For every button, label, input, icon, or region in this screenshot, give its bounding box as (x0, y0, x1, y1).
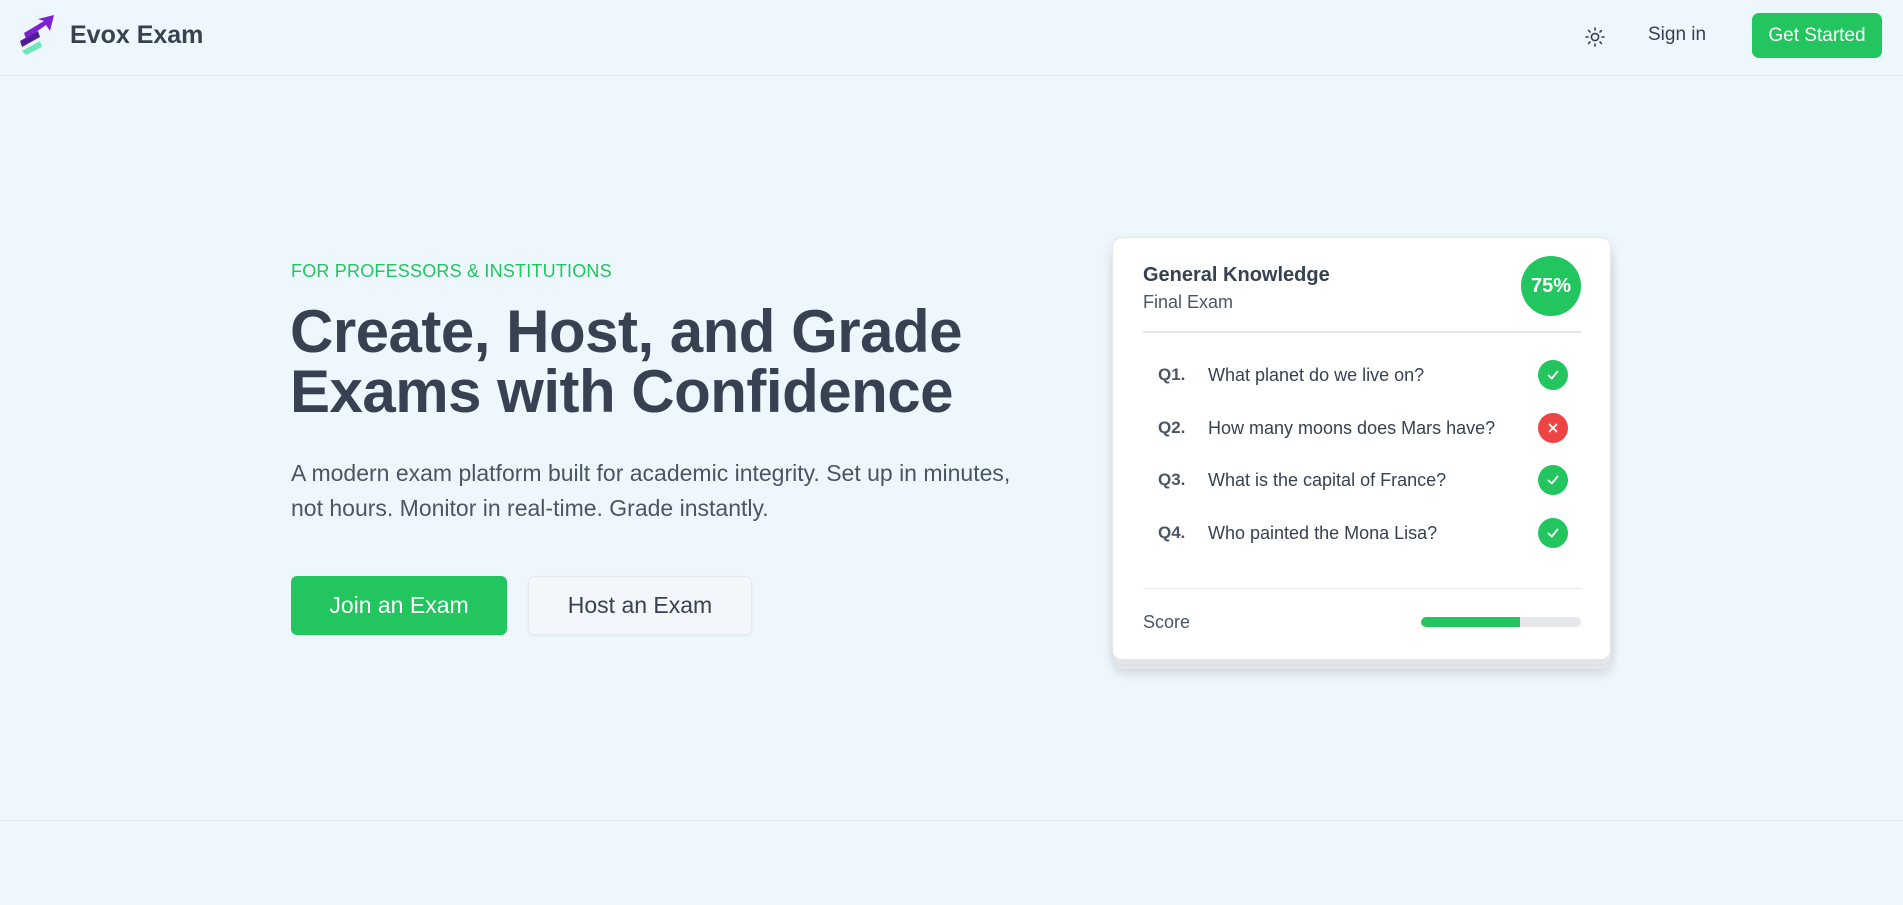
question-text: What is the capital of France? (1208, 470, 1447, 490)
hero-eyebrow: FOR PROFESSORS & INSTITUTIONS (291, 261, 612, 281)
score-badge: 75% (1521, 256, 1581, 316)
card-title: General Knowledge (1143, 264, 1330, 286)
hero-headline: Create, Host, and Grade Exams with Confi… (290, 298, 963, 425)
question-number: Q2. (1158, 418, 1186, 437)
host-exam-button[interactable]: Host an Exam (528, 576, 752, 635)
question-number: Q1. (1158, 365, 1186, 384)
card-subtitle: Final Exam (1143, 292, 1234, 312)
score-progress-fill (1421, 617, 1521, 627)
sun-icon[interactable] (1584, 26, 1606, 48)
question-row: Q1. What planet do we live on? (1158, 359, 1568, 391)
get-started-button[interactable]: Get Started (1752, 13, 1882, 58)
hero-subtext: A modern exam platform built for academi… (291, 460, 1011, 521)
join-exam-button[interactable]: Join an Exam (291, 576, 507, 635)
sign-in-link[interactable]: Sign in (1648, 24, 1706, 46)
exam-preview-card: General Knowledge Final Exam 75% Q1. Wha… (1112, 237, 1611, 660)
check-icon (1538, 360, 1568, 390)
close-icon (1538, 413, 1568, 443)
card-divider (1143, 331, 1581, 333)
check-icon (1538, 465, 1568, 495)
question-row: Q2. How many moons does Mars have? (1158, 412, 1568, 444)
score-label: Score (1143, 612, 1191, 632)
question-row: Q4. Who painted the Mona Lisa? (1158, 517, 1568, 549)
card-divider (1143, 588, 1581, 589)
section-divider (0, 820, 1903, 821)
question-number: Q4. (1158, 523, 1186, 542)
question-row: Q3. What is the capital of France? (1158, 464, 1568, 496)
check-icon (1538, 518, 1568, 548)
brand-name[interactable]: Evox Exam (70, 21, 203, 50)
top-navbar: Evox Exam Sign in Get Started (0, 0, 1903, 76)
question-text: How many moons does Mars have? (1208, 418, 1496, 438)
question-text: Who painted the Mona Lisa? (1208, 523, 1438, 543)
question-number: Q3. (1158, 470, 1186, 489)
score-progress-bar (1421, 617, 1581, 627)
logo-icon[interactable] (18, 15, 56, 57)
question-text: What planet do we live on? (1208, 365, 1425, 385)
